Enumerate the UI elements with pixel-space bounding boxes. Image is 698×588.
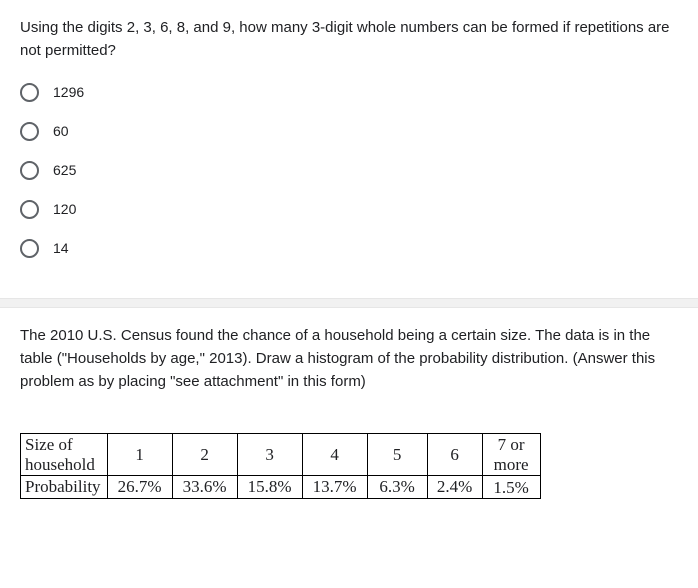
table-row-probability: Probability 26.7% 33.6% 15.8% 13.7% 6.3%… [21,476,541,499]
header-7: 7 or more [482,434,540,476]
radio-icon [20,161,39,180]
radio-icon [20,83,39,102]
probability-table-wrap: Size of household 1 2 3 4 5 6 7 or more … [0,433,698,519]
option-3-label: 120 [53,201,76,217]
question-1: Using the digits 2, 3, 6, 8, and 9, how … [0,0,698,298]
header-7-line2: more [494,455,529,474]
probability-table: Size of household 1 2 3 4 5 6 7 or more … [20,433,541,499]
radio-icon [20,239,39,258]
prob-1: 26.7% [107,476,172,499]
option-1[interactable]: 60 [20,122,678,141]
option-4-label: 14 [53,240,69,256]
option-0-label: 1296 [53,84,84,100]
option-2[interactable]: 625 [20,161,678,180]
prob-2: 33.6% [172,476,237,499]
radio-icon [20,200,39,219]
option-4[interactable]: 14 [20,239,678,258]
size-label-line1: Size of [25,435,73,454]
header-3: 3 [237,434,302,476]
option-2-label: 625 [53,162,76,178]
header-1: 1 [107,434,172,476]
header-7-line1: 7 or [498,435,525,454]
question-1-text: Using the digits 2, 3, 6, 8, and 9, how … [20,16,678,63]
header-2: 2 [172,434,237,476]
size-label-line2: household [25,455,95,474]
row-label-size: Size of household [21,434,108,476]
row-label-probability: Probability [21,476,108,499]
section-divider [0,298,698,308]
prob-7: 1.5% [482,476,540,499]
question-2-text: The 2010 U.S. Census found the chance of… [20,324,678,394]
header-4: 4 [302,434,367,476]
option-0[interactable]: 1296 [20,83,678,102]
option-1-label: 60 [53,123,69,139]
header-6: 6 [427,434,482,476]
table-row-header: Size of household 1 2 3 4 5 6 7 or more [21,434,541,476]
radio-icon [20,122,39,141]
prob-3: 15.8% [237,476,302,499]
question-2: The 2010 U.S. Census found the chance of… [0,308,698,434]
option-3[interactable]: 120 [20,200,678,219]
prob-4: 13.7% [302,476,367,499]
prob-5: 6.3% [367,476,427,499]
header-5: 5 [367,434,427,476]
prob-6: 2.4% [427,476,482,499]
